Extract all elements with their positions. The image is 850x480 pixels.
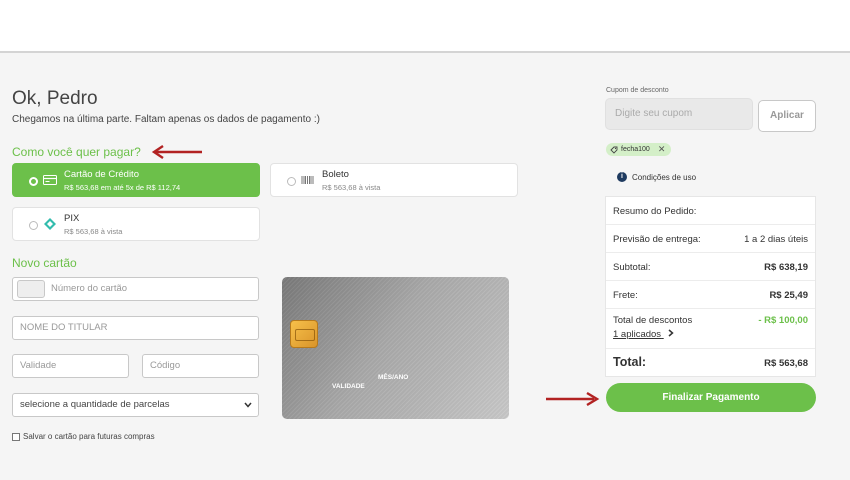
credit-card-icon [43,175,57,185]
delivery-value: 1 a 2 dias úteis [744,234,808,245]
greeting: Ok, Pedro [12,88,98,109]
card-validity-label: VALIDADE [332,383,365,390]
radio-pix[interactable] [29,221,38,230]
shipping-label: Frete: [613,290,638,301]
card-month-year-label: MÊS/ANO [378,374,409,381]
applied-discounts-label: 1 aplicados [613,329,662,340]
summary-delivery-row: Previsão de entrega: 1 a 2 dias úteis [606,225,815,253]
summary-title: Resumo do Pedido: [613,206,697,217]
save-card-checkbox[interactable] [12,432,20,441]
subtitle: Chegamos na última parte. Faltam apenas … [12,114,320,125]
arrow-right-annotation-icon [546,391,600,407]
radio-boleto[interactable] [287,177,296,186]
radio-credit-card[interactable] [29,177,38,186]
discount-value: - R$ 100,00 [758,315,808,326]
coupon-terms-link[interactable]: i Condições de uso [617,172,696,182]
payment-option-credit-card[interactable]: Cartão de Crédito R$ 563,68 em até 5x de… [12,163,260,197]
payment-question: Como você quer pagar? [12,145,141,159]
summary-discount-row: Total de descontos - R$ 100,00 1 aplicad… [606,309,815,349]
expiry-input[interactable]: Validade [12,354,129,378]
total-value: R$ 563,68 [764,358,808,369]
summary-title-row: Resumo do Pedido: [606,197,815,225]
tag-icon [610,146,618,154]
cardholder-name-input[interactable]: NOME DO TITULAR [12,316,259,340]
applied-discounts-link[interactable]: 1 aplicados [613,329,674,340]
payment-option-boleto[interactable]: Boleto R$ 563,68 à vista [270,163,518,197]
subtotal-value: R$ 638,19 [764,262,808,273]
payment-option-pix[interactable]: PIX R$ 563,68 à vista [12,207,260,241]
option-name: PIX [64,213,80,224]
coupon-input[interactable]: Digite seu cupom [605,98,753,130]
chevron-down-icon [244,402,252,408]
shipping-value: R$ 25,49 [769,290,808,301]
save-card-option[interactable]: Salvar o cartão para futuras compras [12,432,155,441]
discount-label: Total de descontos [613,315,693,326]
arrow-left-annotation-icon [151,145,202,159]
coupon-label: Cupom de desconto [606,87,669,94]
option-detail: R$ 563,68 à vista [64,227,123,236]
option-detail: R$ 563,68 em até 5x de R$ 112,74 [64,183,181,192]
save-card-label: Salvar o cartão para futuras compras [23,432,155,441]
card-number-input[interactable]: Número do cartão [12,277,259,301]
installments-select[interactable]: selecione a quantidade de parcelas [12,393,259,417]
option-name: Boleto [322,169,349,180]
subtotal-label: Subtotal: [613,262,651,273]
summary-total-row: Total: R$ 563,68 [606,349,815,377]
card-chip-icon [290,320,318,348]
info-icon: i [617,172,627,182]
applied-coupon-code: fecha100 [621,146,650,153]
finalize-payment-button[interactable]: Finalizar Pagamento [606,383,816,412]
installments-select-value: selecione a quantidade de parcelas [20,399,170,410]
new-card-title: Novo cartão [12,256,77,270]
applied-coupon-tag: fecha100 ✕ [606,143,672,156]
option-detail: R$ 563,68 à vista [322,183,381,192]
security-code-input[interactable]: Código [142,354,259,378]
barcode-icon [301,176,314,184]
card-preview: VALIDADE MÊS/ANO [282,277,509,419]
top-bar [0,0,850,53]
total-label: Total: [613,355,647,369]
remove-coupon-icon[interactable]: ✕ [658,143,666,156]
delivery-label: Previsão de entrega: [613,234,701,245]
order-summary: Resumo do Pedido: Previsão de entrega: 1… [605,196,816,377]
coupon-terms-label: Condições de uso [632,172,697,182]
option-name: Cartão de Crédito [64,169,139,180]
chevron-right-icon [668,329,674,337]
card-brand-placeholder-icon [17,280,45,298]
pix-icon [44,218,56,230]
summary-subtotal-row: Subtotal: R$ 638,19 [606,253,815,281]
apply-coupon-button[interactable]: Aplicar [758,100,816,132]
summary-shipping-row: Frete: R$ 25,49 [606,281,815,309]
